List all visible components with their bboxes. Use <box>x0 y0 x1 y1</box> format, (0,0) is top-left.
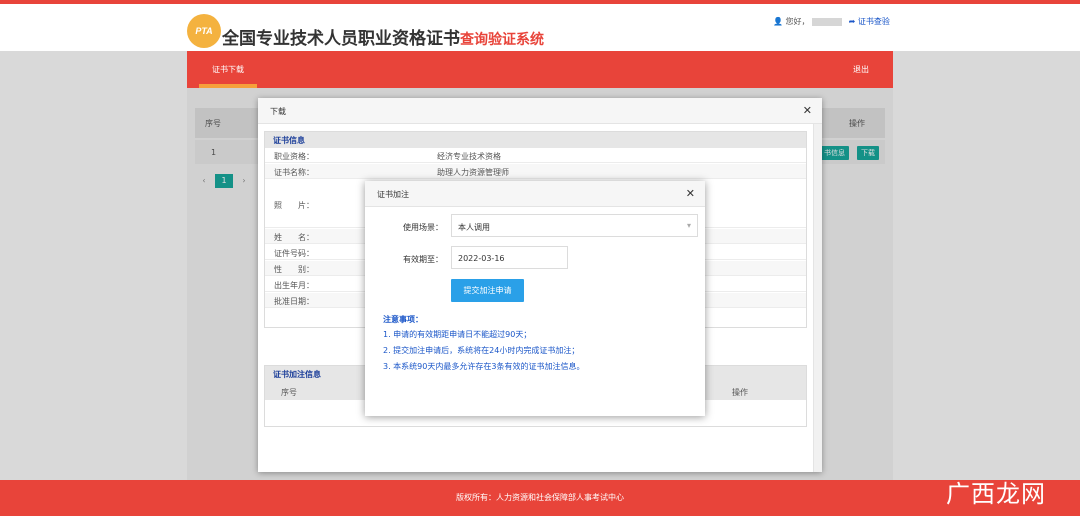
info-label: 批准日期： <box>274 297 314 306</box>
close-icon[interactable]: ✕ <box>803 104 812 117</box>
site-title: 全国专业技术人员职业资格证书查询验证系统 <box>222 24 544 49</box>
dialog-scrollbar[interactable] <box>813 124 822 472</box>
cert-annotation-modal: 证书加注 ✕ 使用场景： 本人调用 ▾ 有效期至： 2022-03-16 提交加… <box>365 181 705 416</box>
site-title-main: 全国专业技术人员职业资格证书 <box>222 29 460 49</box>
expiry-date-input[interactable]: 2022-03-16 <box>451 246 568 269</box>
chevron-down-icon: ▾ <box>686 221 691 230</box>
user-area: 👤 您好， ➦ 证书查验 <box>773 16 890 27</box>
share-icon: ➦ <box>848 17 856 26</box>
user-icon: 👤 <box>773 17 783 26</box>
username-redacted <box>812 17 843 26</box>
logo-text: PTA <box>195 26 213 36</box>
section-cert-info: 证书信息 <box>265 132 806 148</box>
modal-header: 证书加注 ✕ <box>365 181 705 207</box>
verify-link[interactable]: ➦ 证书查验 <box>849 17 890 26</box>
info-label: 性 别： <box>274 265 314 274</box>
pta-logo: PTA <box>187 14 221 48</box>
info-value: 经济专业技术资格 <box>437 152 501 161</box>
note-col-index: 序号 <box>281 388 297 397</box>
info-label: 姓 名： <box>274 233 314 242</box>
close-icon[interactable]: ✕ <box>686 187 695 200</box>
main-navbar: 证书下载 退出 <box>187 51 893 88</box>
submit-annotation-button[interactable]: 提交加注申请 <box>451 279 524 302</box>
site-watermark: 广西龙网 <box>946 480 1046 508</box>
info-value: 助理人力资源管理师 <box>437 168 509 177</box>
tab-cert-download[interactable]: 证书下载 <box>199 64 257 75</box>
scene-label: 使用场景： <box>403 223 443 232</box>
dialog-header: 下载 ✕ <box>258 98 822 124</box>
expiry-label: 有效期至： <box>403 255 443 264</box>
info-label: 照 片： <box>274 201 314 210</box>
expiry-date-value: 2022-03-16 <box>458 254 505 263</box>
page-footer: 版权所有：人力资源和社会保障部人事考试中心 <box>0 480 1080 516</box>
notes-title: 注意事项： <box>383 315 423 324</box>
verify-link-label: 证书查验 <box>857 17 890 26</box>
info-label: 证书名称： <box>274 168 314 177</box>
note-item: 2. 提交加注申请后，系统将在24小时内完成证书加注； <box>383 346 580 355</box>
scene-select-value: 本人调用 <box>458 223 490 232</box>
note-item: 1. 申请的有效期距申请日不能超过90天； <box>383 330 532 339</box>
info-row-qualification: 职业资格： 经济专业技术资格 <box>265 148 806 163</box>
info-row-cert-name: 证书名称： 助理人力资源管理师 <box>265 164 806 179</box>
scene-select[interactable]: 本人调用 ▾ <box>451 214 698 237</box>
note-item: 3. 本系统90天内最多允许存在3条有效的证书加注信息。 <box>383 362 585 371</box>
note-col-action: 操作 <box>732 388 748 397</box>
copyright-text: 版权所有：人力资源和社会保障部人事考试中心 <box>456 493 624 502</box>
dialog-title: 下载 <box>270 107 286 116</box>
logout-link[interactable]: 退出 <box>853 64 869 75</box>
info-label: 出生年月： <box>274 281 314 290</box>
site-title-sub: 查询验证系统 <box>460 32 544 48</box>
greeting-text: 您好， <box>785 17 810 26</box>
modal-title: 证书加注 <box>377 190 409 199</box>
notes-section: 注意事项： 1. 申请的有效期距申请日不能超过90天； 2. 提交加注申请后，系… <box>383 314 584 377</box>
info-label: 职业资格： <box>274 152 314 161</box>
info-label: 证件号码： <box>274 249 314 258</box>
page-header: PTA 全国专业技术人员职业资格证书查询验证系统 👤 您好， ➦ 证书查验 <box>0 4 1080 51</box>
